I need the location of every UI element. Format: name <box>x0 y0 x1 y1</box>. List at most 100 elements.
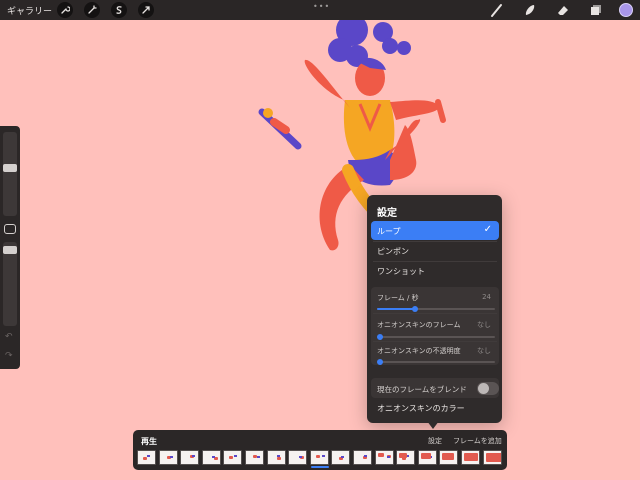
left-arm <box>304 59 350 108</box>
onion-frames-slider[interactable] <box>377 334 495 340</box>
gallery-button[interactable]: ギャラリー <box>7 4 52 17</box>
frame-figure-hair <box>386 456 390 458</box>
frame-thumbnail[interactable] <box>201 450 221 465</box>
top-toolbar: ギャラリー ••• <box>0 0 640 20</box>
frame-figure-hair <box>299 456 303 458</box>
frame-figure-hair <box>147 455 150 457</box>
play-button[interactable]: 再生 <box>141 436 157 447</box>
onion-opacity-label: オニオンスキンの不透明度 <box>377 347 461 355</box>
fps-label: フレーム / 秒 <box>377 294 419 302</box>
frame-thumbnail[interactable] <box>180 450 200 465</box>
frame-figure-hair <box>192 455 196 457</box>
smudge-icon[interactable] <box>522 2 538 18</box>
frame-thumbnail[interactable] <box>396 450 416 465</box>
animation-timeline: 再生 設定 フレームを追加 <box>133 430 507 470</box>
frame-thumbnail[interactable] <box>309 450 329 465</box>
layers-icon[interactable] <box>588 2 604 18</box>
frame-figure <box>377 453 384 457</box>
fps-slider[interactable] <box>377 306 495 312</box>
wrench-icon[interactable] <box>57 2 73 18</box>
onion-frames-knob[interactable] <box>377 334 383 340</box>
frame-thumbnail[interactable] <box>353 450 372 465</box>
add-frame-button[interactable]: フレームを追加 <box>453 436 502 446</box>
divider <box>373 313 497 314</box>
opacity-slider[interactable] <box>3 242 17 326</box>
onion-frames-label: オニオンスキンのフレーム <box>377 321 461 329</box>
frame-figure-hair <box>276 455 280 457</box>
frame-thumbnail[interactable] <box>461 450 480 465</box>
frame-figure <box>442 453 455 460</box>
adjustments-icon[interactable] <box>84 2 100 18</box>
frame-figure-hair <box>234 455 238 457</box>
blend-row: 現在のフレームをブレンド <box>371 378 499 398</box>
frame-figure-hair <box>257 456 260 458</box>
color-picker-button[interactable] <box>619 3 633 17</box>
hair-bun <box>382 38 398 54</box>
frame-thumbnail[interactable] <box>374 450 394 465</box>
brush-size-thumb[interactable] <box>3 164 17 172</box>
checkmark-icon: ✓ <box>483 224 492 235</box>
frame-figure <box>315 455 320 458</box>
frame-thumbnail[interactable] <box>223 450 243 465</box>
hair-bun <box>397 41 411 55</box>
onion-frames-value: なし <box>477 321 491 329</box>
divider <box>373 341 497 342</box>
frame-thumbnail[interactable] <box>439 450 459 465</box>
frame-thumbnail[interactable] <box>245 450 264 465</box>
frame-thumbnail[interactable] <box>331 450 351 465</box>
option-label: ループ <box>377 227 401 236</box>
onion-opacity-slider[interactable] <box>377 359 495 365</box>
brush-icon[interactable] <box>489 2 505 18</box>
option-label: ピンポン <box>377 247 409 256</box>
fps-value: 24 <box>482 293 491 301</box>
fps-slider-knob[interactable] <box>412 306 418 312</box>
option-ping-pong[interactable]: ピンポン <box>371 241 499 260</box>
frame-thumbnail[interactable] <box>137 450 156 465</box>
right-hand <box>435 99 446 123</box>
animation-settings-popover: 設定 ループ ✓ ピンポン ワンショット フレーム / 秒 24 オニオンスキン… <box>367 195 502 423</box>
frame-thumbnail[interactable] <box>417 450 437 465</box>
blend-toggle[interactable] <box>477 382 499 395</box>
more-options-icon[interactable]: ••• <box>313 2 330 11</box>
eraser-icon[interactable] <box>555 2 571 18</box>
option-label: ワンショット <box>377 267 425 276</box>
blend-label: 現在のフレームをブレンド <box>377 385 467 394</box>
frame-figure-hair <box>211 456 215 458</box>
fps-slider-fill <box>377 308 415 310</box>
frame-figure <box>399 453 408 458</box>
popover-arrow <box>427 421 439 429</box>
left-sidebar: ↶ ↷ <box>0 126 20 369</box>
onion-color-label[interactable]: オニオンスキンのカラー <box>377 403 465 414</box>
onion-opacity-knob[interactable] <box>377 359 383 365</box>
selection-icon[interactable] <box>111 2 127 18</box>
frame-strip <box>137 450 505 466</box>
redo-icon[interactable]: ↷ <box>5 351 13 361</box>
playhead[interactable] <box>311 466 329 468</box>
option-one-shot[interactable]: ワンショット <box>371 261 499 280</box>
frame-figure <box>229 456 234 459</box>
blend-toggle-knob <box>478 383 489 394</box>
opacity-thumb[interactable] <box>3 246 17 254</box>
frame-figure <box>420 453 431 459</box>
frame-thumbnail[interactable] <box>266 450 286 465</box>
right-arm <box>390 100 440 120</box>
frame-thumbnail[interactable] <box>482 450 502 465</box>
undo-icon[interactable]: ↶ <box>5 332 13 342</box>
modify-button[interactable] <box>4 224 16 234</box>
onion-opacity-value: なし <box>477 347 491 355</box>
frame-figure <box>485 453 501 462</box>
frame-figure <box>276 457 281 460</box>
frame-figure <box>143 457 147 460</box>
frame-figure-hair <box>341 456 345 458</box>
popover-title: 設定 <box>377 208 397 219</box>
frame-thumbnail[interactable] <box>158 450 178 465</box>
frame-figure-hair <box>169 456 173 458</box>
frame-thumbnail[interactable] <box>288 450 308 465</box>
frame-figure <box>464 453 478 461</box>
option-loop[interactable]: ループ ✓ <box>371 221 499 240</box>
sword-pommel <box>263 108 273 118</box>
timeline-settings-button[interactable]: 設定 <box>428 436 442 446</box>
brush-size-slider[interactable] <box>3 132 17 216</box>
transform-icon[interactable] <box>138 2 154 18</box>
frame-figure-hair <box>364 455 367 457</box>
